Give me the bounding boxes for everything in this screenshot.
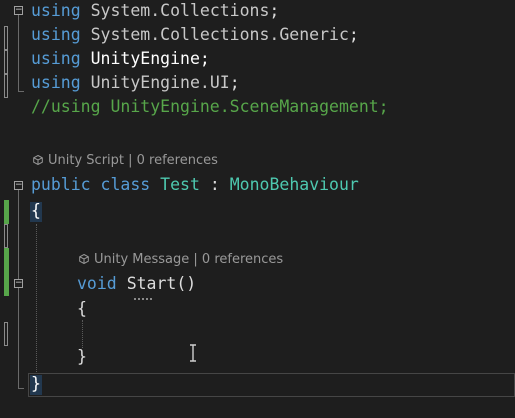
semicolon: ; <box>348 25 359 44</box>
close-brace: } <box>77 347 87 366</box>
close-brace: } <box>31 374 41 393</box>
open-brace: { <box>77 299 87 318</box>
code-line-2[interactable]: using System.Collections.Generic; <box>31 23 359 47</box>
fold-guide <box>18 15 19 91</box>
code-line-method-close-brace[interactable]: } <box>77 345 87 369</box>
change-bar-saved <box>4 224 8 248</box>
unity-cube-icon <box>79 254 89 264</box>
code-editor[interactable]: − − − using System.Collections; using Sy… <box>0 0 515 418</box>
code-line-4[interactable]: using UnityEngine.UI; <box>31 71 240 95</box>
codelens-text: Unity Script | 0 references <box>48 153 218 168</box>
keyword-using: using <box>31 1 81 20</box>
fold-guide-end <box>18 91 24 92</box>
change-bar-saved <box>4 50 8 74</box>
indent-guide <box>36 224 37 372</box>
keyword-public: public <box>31 175 91 194</box>
open-brace: { <box>31 201 41 220</box>
base-class-name: MonoBehaviour <box>229 175 359 194</box>
namespace-name: System.Collections.Generic <box>90 25 349 44</box>
keyword-using: using <box>31 49 81 68</box>
change-bar-saved <box>4 74 8 98</box>
semicolon: ; <box>229 73 240 92</box>
code-line-method-declaration[interactable]: void Start() <box>77 272 196 296</box>
keyword-using: using <box>31 73 81 92</box>
code-line-close-brace[interactable]: } <box>31 372 41 396</box>
code-line-open-brace[interactable]: { <box>31 199 41 223</box>
codelens-class[interactable]: Unity Script | 0 references <box>33 152 218 170</box>
fold-guide <box>18 190 19 280</box>
current-line-highlight <box>28 373 515 397</box>
code-line-class-declaration[interactable]: public class Test : MonoBehaviour <box>31 173 359 197</box>
semicolon: ; <box>199 49 210 68</box>
namespace-name: UnityEngine.UI <box>90 73 230 92</box>
class-name: Test <box>160 175 200 194</box>
colon: : <box>209 175 220 194</box>
unity-cube-icon <box>33 155 43 165</box>
namespace-name: System.Collections <box>90 1 270 20</box>
method-name: Start <box>126 274 177 293</box>
codelens-method[interactable]: Unity Message | 0 references <box>79 251 283 269</box>
code-line-3[interactable]: using UnityEngine; <box>31 47 210 71</box>
codelens-text: Unity Message | 0 references <box>94 252 284 267</box>
suggestion-squiggle <box>134 296 152 300</box>
comment: //using UnityEngine.SceneManagement; <box>31 97 389 116</box>
fold-toggle-class[interactable]: − <box>14 181 23 190</box>
keyword-using: using <box>31 25 81 44</box>
text-ibeam-icon <box>190 344 196 362</box>
keyword-class: class <box>100 175 151 194</box>
keyword-void: void <box>77 274 117 293</box>
change-bar-saved <box>4 26 8 50</box>
code-line-method-open-brace[interactable]: { <box>77 297 87 321</box>
change-bar-saved <box>4 322 8 346</box>
namespace-name: UnityEngine <box>90 49 200 68</box>
semicolon: ; <box>269 1 280 20</box>
fold-toggle-method[interactable]: − <box>14 279 23 288</box>
parentheses: () <box>176 274 197 293</box>
code-line-5[interactable]: //using UnityEngine.SceneManagement; <box>31 95 389 119</box>
code-line-1[interactable]: using System.Collections; <box>31 0 279 23</box>
fold-guide <box>18 288 19 388</box>
indent-guide <box>82 320 83 348</box>
change-bar-modified <box>4 248 9 296</box>
fold-toggle-usings[interactable]: − <box>14 6 23 15</box>
change-bar-modified <box>4 200 9 224</box>
fold-guide-end <box>18 388 24 389</box>
